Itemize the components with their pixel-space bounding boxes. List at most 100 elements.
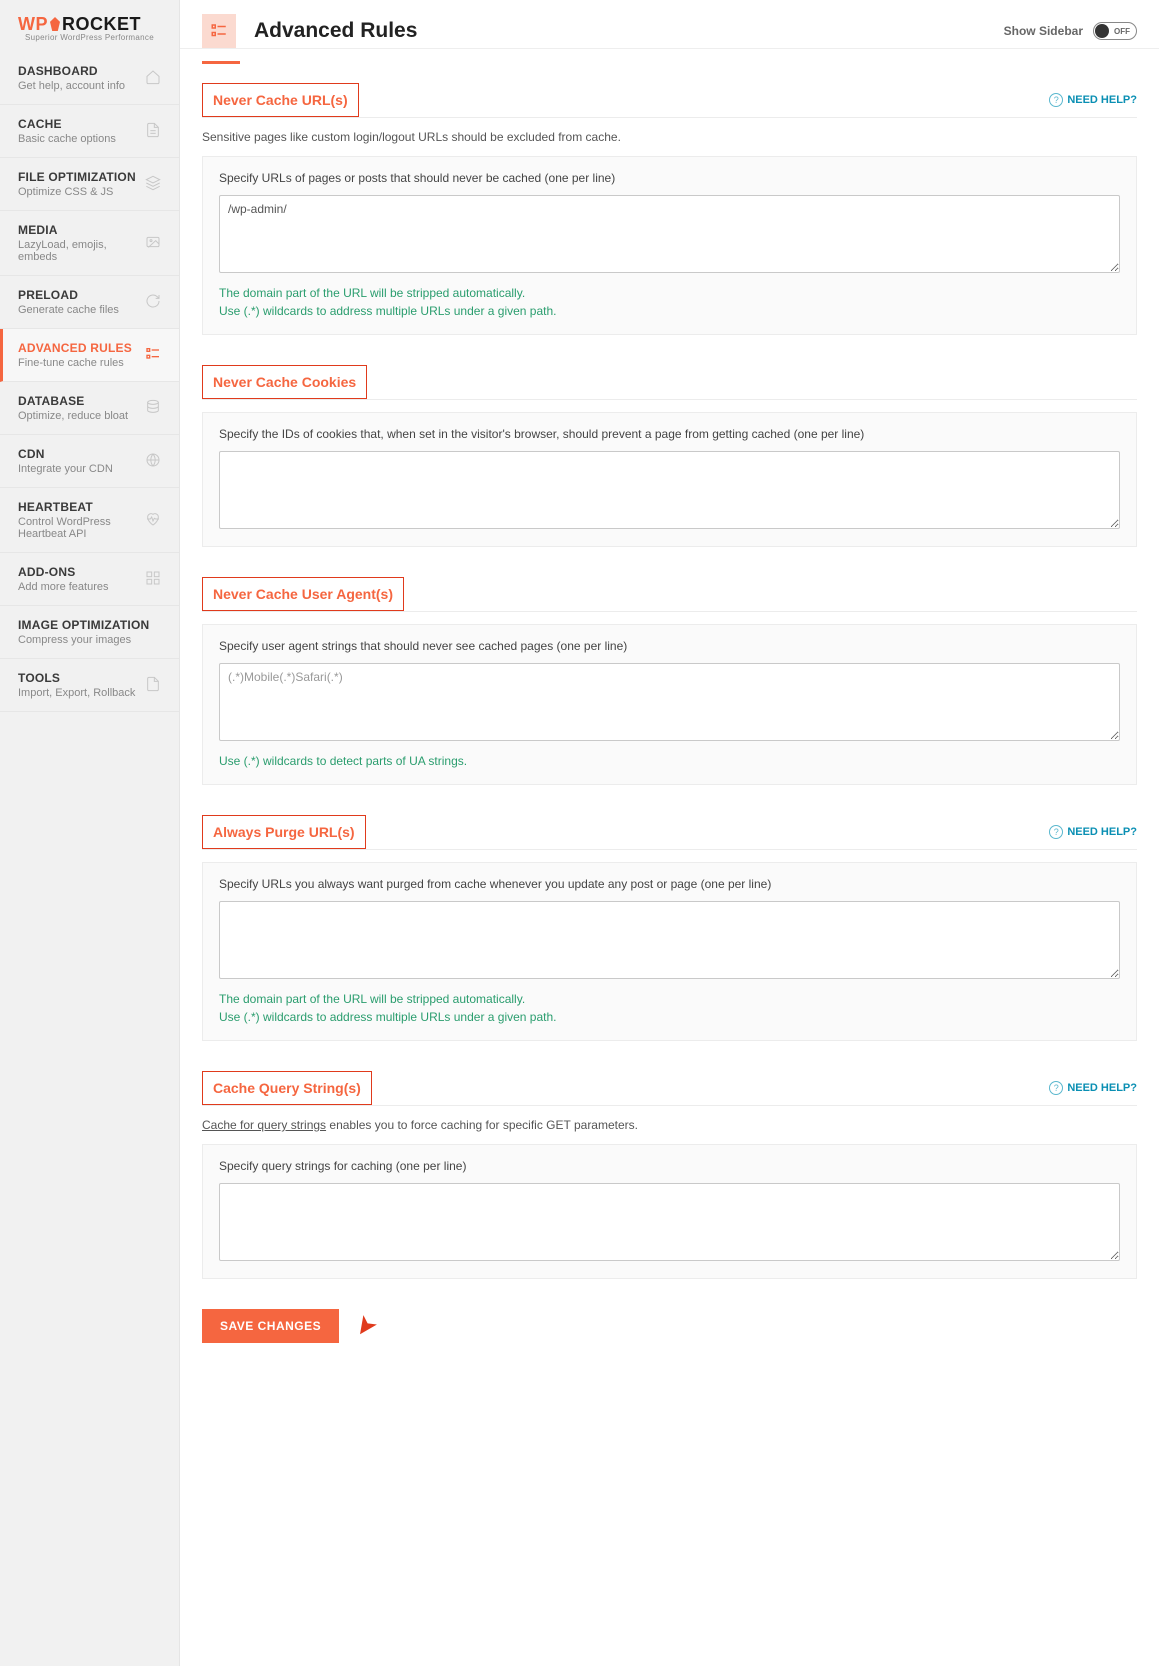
never-cache-cookies-input[interactable]: [219, 451, 1120, 529]
sidebar-item-database[interactable]: DATABASE Optimize, reduce bloat: [0, 382, 179, 435]
nav-desc: Control WordPress Heartbeat API: [18, 516, 139, 540]
show-sidebar-label: Show Sidebar: [1004, 24, 1083, 38]
section-title-never-cache-ua: Never Cache User Agent(s): [202, 577, 404, 611]
nav-desc: Optimize, reduce bloat: [18, 410, 128, 422]
help-label: NEED HELP?: [1067, 94, 1137, 106]
nav-desc: Basic cache options: [18, 133, 116, 145]
logo-tagline: Superior WordPress Performance: [18, 33, 161, 42]
logo-rocket: ROCKET: [62, 14, 141, 34]
sidebar: WPROCKET Superior WordPress Performance …: [0, 0, 180, 1666]
sidebar-item-advanced[interactable]: ADVANCED RULES Fine-tune cache rules: [0, 329, 179, 382]
nav-title: TOOLS: [18, 671, 135, 685]
sidebar-item-image-opt[interactable]: IMAGE OPTIMIZATION Compress your images: [0, 606, 179, 659]
field-label-never-cache-url: Specify URLs of pages or posts that shou…: [219, 171, 1120, 185]
sliders-icon: [145, 346, 161, 365]
toggle-knob: [1095, 24, 1109, 38]
always-purge-input[interactable]: [219, 901, 1120, 979]
hint-line: Use (.*) wildcards to address multiple U…: [219, 302, 1120, 320]
db-icon: [145, 399, 161, 418]
home-icon: [145, 69, 161, 88]
header: Advanced Rules Show Sidebar OFF: [180, 0, 1159, 49]
help-icon: ?: [1049, 93, 1063, 107]
section-title-always-purge: Always Purge URL(s): [202, 815, 366, 849]
hint: Use (.*) wildcards to detect parts of UA…: [219, 752, 1120, 770]
cache-query-link[interactable]: Cache for query strings: [202, 1118, 326, 1132]
section-sub-never-cache-url: Sensitive pages like custom login/logout…: [202, 130, 1137, 144]
addons-icon: [145, 570, 161, 589]
advanced-rules-icon: [202, 14, 236, 48]
heart-icon: [145, 511, 161, 530]
section-never-cache-cookies: Never Cache Cookies Specify the IDs of c…: [202, 365, 1137, 547]
section-title-never-cache-cookies: Never Cache Cookies: [202, 365, 367, 399]
image-icon: [145, 234, 161, 253]
nav-title: CDN: [18, 447, 113, 461]
nav-title: ADVANCED RULES: [18, 341, 132, 355]
hint-line: The domain part of the URL will be strip…: [219, 284, 1120, 302]
main: Advanced Rules Show Sidebar OFF Never Ca…: [180, 0, 1159, 1666]
section-never-cache-ua: Never Cache User Agent(s) Specify user a…: [202, 577, 1137, 785]
hint-line: The domain part of the URL will be strip…: [219, 990, 1120, 1008]
show-sidebar-toggle[interactable]: OFF: [1093, 22, 1137, 40]
nav-title: ADD-ONS: [18, 565, 109, 579]
field-label-never-cache-ua: Specify user agent strings that should n…: [219, 639, 1120, 653]
never-cache-url-input[interactable]: [219, 195, 1120, 273]
section-always-purge: Always Purge URL(s) ? NEED HELP? Specify…: [202, 815, 1137, 1041]
nav-title: FILE OPTIMIZATION: [18, 170, 136, 184]
save-changes-button[interactable]: SAVE CHANGES: [202, 1309, 339, 1343]
never-cache-ua-input[interactable]: [219, 663, 1120, 741]
help-icon: ?: [1049, 1081, 1063, 1095]
toggle-state: OFF: [1114, 27, 1130, 36]
refresh-icon: [145, 293, 161, 312]
sidebar-item-media[interactable]: MEDIA LazyLoad, emojis, embeds: [0, 211, 179, 276]
nav-title: CACHE: [18, 117, 116, 131]
arrow-annotation-icon: ➤: [347, 1308, 385, 1344]
nav-desc: Import, Export, Rollback: [18, 687, 135, 699]
nav-desc: Add more features: [18, 581, 109, 593]
section-never-cache-url: Never Cache URL(s) ? NEED HELP? Sensitiv…: [202, 83, 1137, 335]
help-link-never-cache-url[interactable]: ? NEED HELP?: [1049, 93, 1137, 107]
hint-line: Use (.*) wildcards to address multiple U…: [219, 1008, 1120, 1026]
globe-icon: [145, 452, 161, 471]
sidebar-item-heartbeat[interactable]: HEARTBEAT Control WordPress Heartbeat API: [0, 488, 179, 553]
nav-desc: Fine-tune cache rules: [18, 357, 132, 369]
nav: DASHBOARD Get help, account info CACHE Basi…: [0, 52, 179, 712]
help-label: NEED HELP?: [1067, 1082, 1137, 1094]
page-title: Advanced Rules: [254, 19, 417, 43]
nav-desc: Get help, account info: [18, 80, 125, 92]
field-label-always-purge: Specify URLs you always want purged from…: [219, 877, 1120, 891]
sidebar-item-addons[interactable]: ADD-ONS Add more features: [0, 553, 179, 606]
sidebar-item-dashboard[interactable]: DASHBOARD Get help, account info: [0, 52, 179, 105]
help-icon: ?: [1049, 825, 1063, 839]
sidebar-item-tools[interactable]: TOOLS Import, Export, Rollback: [0, 659, 179, 712]
nav-desc: Generate cache files: [18, 304, 119, 316]
hint: The domain part of the URL will be strip…: [219, 990, 1120, 1026]
sidebar-item-cache[interactable]: CACHE Basic cache options: [0, 105, 179, 158]
nav-title: IMAGE OPTIMIZATION: [18, 618, 149, 632]
layers-icon: [145, 175, 161, 194]
sub-rest: enables you to force caching for specifi…: [326, 1118, 638, 1132]
nav-title: MEDIA: [18, 223, 139, 237]
nav-title: HEARTBEAT: [18, 500, 139, 514]
rocket-icon: [50, 17, 60, 31]
doc-icon: [145, 676, 161, 695]
section-sub-cache-query: Cache for query strings enables you to f…: [202, 1118, 1137, 1132]
sidebar-item-preload[interactable]: PRELOADGenerate cache files: [0, 276, 179, 329]
field-label-cache-query: Specify query strings for caching (one p…: [219, 1159, 1120, 1173]
nav-desc: Optimize CSS & JS: [18, 186, 136, 198]
sidebar-item-cdn[interactable]: CDN Integrate your CDN: [0, 435, 179, 488]
section-cache-query: Cache Query String(s) ? NEED HELP? Cache…: [202, 1071, 1137, 1279]
logo: WPROCKET Superior WordPress Performance: [0, 0, 179, 52]
field-label-never-cache-cookies: Specify the IDs of cookies that, when se…: [219, 427, 1120, 441]
file-icon: [145, 122, 161, 141]
help-link-cache-query[interactable]: ? NEED HELP?: [1049, 1081, 1137, 1095]
section-title-cache-query: Cache Query String(s): [202, 1071, 372, 1105]
nav-desc: Integrate your CDN: [18, 463, 113, 475]
sidebar-item-file-opt[interactable]: FILE OPTIMIZATION Optimize CSS & JS: [0, 158, 179, 211]
nav-desc: Compress your images: [18, 634, 149, 646]
cache-query-input[interactable]: [219, 1183, 1120, 1261]
section-title-never-cache-url: Never Cache URL(s): [202, 83, 359, 117]
nav-title: DATABASE: [18, 394, 128, 408]
help-link-always-purge[interactable]: ? NEED HELP?: [1049, 825, 1137, 839]
nav-desc: LazyLoad, emojis, embeds: [18, 239, 139, 263]
nav-title: DASHBOARD: [18, 64, 125, 78]
